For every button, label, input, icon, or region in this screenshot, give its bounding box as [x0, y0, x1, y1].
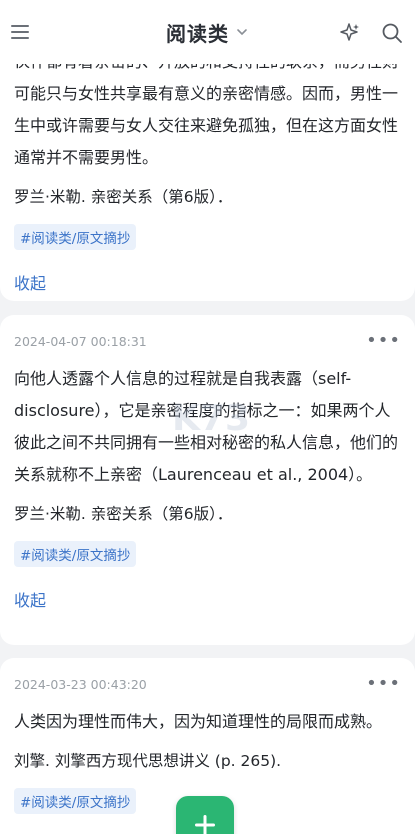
top-bar: 阅读类: [0, 0, 415, 64]
note-source: 刘擎. 刘擎西方现代思想讲义 (p. 265).: [14, 752, 282, 770]
plus-icon: [195, 815, 215, 834]
search-icon[interactable]: [381, 22, 403, 44]
add-note-button[interactable]: [176, 796, 234, 834]
collapse-button[interactable]: 收起: [14, 270, 401, 294]
notebook-selector[interactable]: 阅读类: [166, 18, 249, 47]
page-title: 阅读类: [166, 21, 229, 46]
note-card[interactable]: 2024-04-07 00:18:31 ••• 向他人透露个人信息的过程就是自我…: [0, 315, 415, 645]
note-text: 伙伴都有着亲密的、开放的和支持性的联系，而男性则可能只与女性共享最有意义的亲密情…: [14, 52, 399, 167]
note-tag[interactable]: #阅读类/原文摘抄: [14, 541, 137, 567]
more-options-icon[interactable]: •••: [366, 675, 401, 693]
collapse-button[interactable]: 收起: [14, 587, 401, 611]
note-text: 向他人透露个人信息的过程就是自我表露（self-disclosure），它是亲密…: [14, 369, 399, 484]
more-options-icon[interactable]: •••: [366, 332, 401, 350]
note-card[interactable]: 伙伴都有着亲密的、开放的和支持性的联系，而男性则可能只与女性共享最有意义的亲密情…: [0, 36, 415, 301]
note-tag[interactable]: #阅读类/原文摘抄: [14, 788, 137, 814]
sparkle-icon[interactable]: [339, 22, 361, 44]
chevron-down-icon: [237, 29, 247, 36]
note-source: 罗兰·米勒. 亲密关系（第6版）．: [14, 505, 233, 523]
menu-icon[interactable]: [10, 22, 30, 42]
note-tag[interactable]: #阅读类/原文摘抄: [14, 224, 137, 250]
note-source: 罗兰·米勒. 亲密关系（第6版）．: [14, 188, 233, 206]
note-meta: 2024-03-23 00:43:20 •••: [14, 658, 401, 706]
note-timestamp: 2024-04-07 00:18:31: [14, 333, 147, 349]
note-timestamp: 2024-03-23 00:43:20: [14, 676, 147, 692]
note-meta: 2024-04-07 00:18:31 •••: [14, 315, 401, 363]
note-text: 人类因为理性而伟大，因为知道理性的局限而成熟。: [14, 712, 383, 731]
